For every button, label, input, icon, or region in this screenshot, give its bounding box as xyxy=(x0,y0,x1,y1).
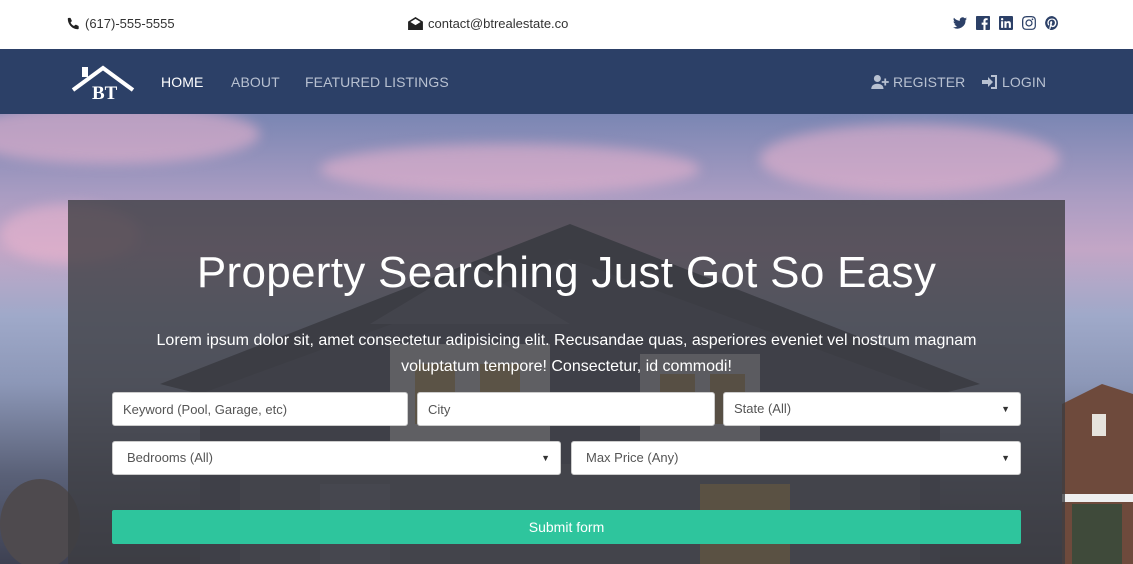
linkedin-icon[interactable] xyxy=(998,15,1013,30)
facebook-icon[interactable] xyxy=(975,15,990,30)
envelope-open-icon xyxy=(408,17,423,30)
phone-number: (617)-555-5555 xyxy=(85,16,175,31)
nav-about[interactable]: ABOUT xyxy=(231,74,280,90)
bedrooms-select[interactable]: Bedrooms (All) ▼ xyxy=(112,441,561,475)
house-logo-icon: BT xyxy=(71,65,135,104)
sign-in-icon xyxy=(982,75,997,89)
keyword-input[interactable] xyxy=(112,392,408,426)
contact-phone[interactable]: (617)-555-5555 xyxy=(67,16,175,31)
brand-logo[interactable]: BT xyxy=(70,63,136,104)
bedrooms-select-value: Bedrooms (All) xyxy=(127,450,213,465)
instagram-icon[interactable] xyxy=(1021,15,1036,30)
user-plus-icon xyxy=(871,75,889,89)
nav-featured-listings[interactable]: FEATURED LISTINGS xyxy=(305,74,449,90)
hero-description: Lorem ipsum dolor sit, amet consectetur … xyxy=(156,332,977,375)
caret-down-icon: ▼ xyxy=(1001,404,1010,414)
neighbor-house-image xyxy=(1062,384,1133,564)
hero-section: Property Searching Just Got So Easy Lore… xyxy=(0,114,1133,564)
caret-down-icon: ▼ xyxy=(541,453,550,463)
top-bar: (617)-555-5555 contact@btrealestate.co xyxy=(0,0,1133,49)
nav-home[interactable]: HOME xyxy=(161,74,203,90)
max-price-select-value: Max Price (Any) xyxy=(586,450,679,465)
sky-cloud xyxy=(320,144,700,194)
sky-cloud xyxy=(760,124,1060,194)
pinterest-icon[interactable] xyxy=(1044,15,1059,30)
submit-form-button[interactable]: Submit form xyxy=(112,510,1021,544)
social-links xyxy=(952,15,1059,30)
state-select[interactable]: State (All) ▼ xyxy=(723,392,1021,426)
nav-register[interactable]: REGISTER xyxy=(871,74,965,90)
svg-text:BT: BT xyxy=(92,83,118,103)
nav-login[interactable]: LOGIN xyxy=(982,74,1046,90)
login-label: LOGIN xyxy=(1002,74,1047,90)
state-select-value: State (All) xyxy=(734,401,792,416)
main-navbar: BT HOME ABOUT FEATURED LISTINGS REGISTER… xyxy=(0,49,1133,114)
twitter-icon[interactable] xyxy=(952,15,967,30)
caret-down-icon: ▼ xyxy=(1001,453,1010,463)
hero-title: Property Searching Just Got So Easy xyxy=(196,248,937,297)
sky-cloud xyxy=(0,114,260,164)
register-label: REGISTER xyxy=(893,74,966,90)
contact-email[interactable]: contact@btrealestate.co xyxy=(408,16,568,31)
max-price-select[interactable]: Max Price (Any) ▼ xyxy=(571,441,1021,475)
city-input[interactable] xyxy=(417,392,715,426)
phone-icon xyxy=(67,17,79,30)
email-address: contact@btrealestate.co xyxy=(428,16,569,31)
